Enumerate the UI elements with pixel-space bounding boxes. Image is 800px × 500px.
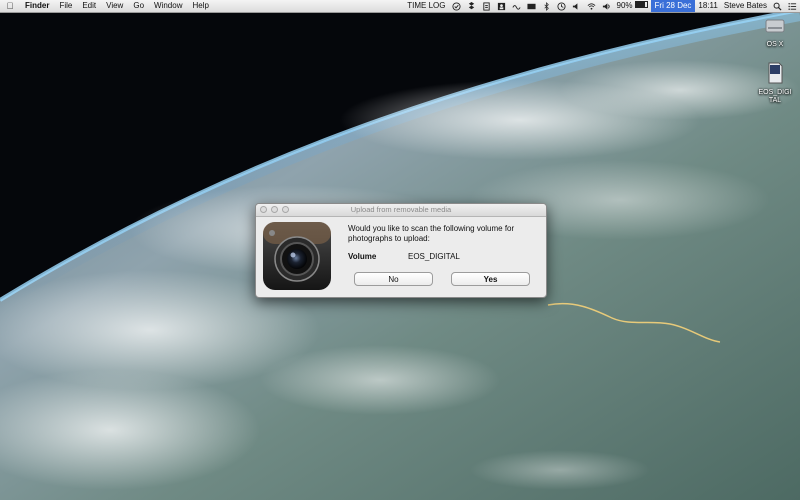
dialog-title: Upload from removable media	[350, 205, 452, 214]
wifi-icon[interactable]	[587, 2, 596, 11]
display-icon[interactable]	[526, 2, 536, 11]
hard-drive-icon	[765, 19, 785, 33]
person-icon[interactable]	[497, 2, 506, 11]
user-name[interactable]: Steve Bates	[721, 0, 770, 12]
menu-window[interactable]: Window	[149, 0, 187, 12]
volume-value: EOS_DIGITAL	[408, 252, 460, 261]
speaker-icon[interactable]	[602, 2, 611, 11]
clock-date[interactable]: Fri 28 Dec	[650, 0, 696, 12]
menu-view[interactable]: View	[101, 0, 128, 12]
yes-button[interactable]: Yes	[451, 272, 530, 286]
menu-file[interactable]: File	[54, 0, 77, 12]
time-machine-icon[interactable]	[556, 1, 566, 11]
dialog-message: Would you like to scan the following vol…	[348, 224, 515, 243]
battery-percent[interactable]: 90%	[614, 0, 651, 12]
menu-finder[interactable]: Finder	[20, 0, 54, 12]
desktop-icon-label: OS X	[766, 41, 784, 48]
desktop-icon-label: EOS_DIGITAL	[758, 89, 792, 104]
sd-card-icon	[768, 62, 783, 84]
upload-dialog: Upload from removable media Would you li…	[255, 203, 547, 298]
spotlight-search-icon[interactable]	[773, 2, 782, 11]
clock-time[interactable]: 18:11	[695, 0, 720, 12]
wave-icon[interactable]	[511, 2, 521, 11]
volume-label: Volume	[348, 252, 377, 261]
time-log-status[interactable]: TIME LOG	[404, 0, 448, 12]
volume-icon[interactable]	[572, 2, 581, 11]
no-button[interactable]: No	[354, 272, 433, 286]
notification-center-icon[interactable]	[788, 2, 797, 11]
dropbox-icon[interactable]	[467, 1, 476, 11]
desktop-icon-eos-digital[interactable]: EOS_DIGITAL	[755, 62, 795, 105]
checkmark-circle-icon[interactable]	[451, 1, 461, 11]
camera-icon	[263, 222, 331, 290]
menu-extras: TIME LOG 90% Fri 28 Dec 18:11 Steve Bate…	[404, 0, 800, 12]
menu-edit[interactable]: Edit	[77, 0, 101, 12]
menu-help[interactable]: Help	[187, 0, 213, 12]
dialog-titlebar[interactable]: Upload from removable media	[256, 204, 546, 217]
apple-menu-icon[interactable]: 	[0, 1, 20, 11]
bluetooth-icon[interactable]	[542, 1, 551, 11]
desktop-icon-os-x[interactable]: OS X	[755, 16, 795, 49]
battery-icon	[634, 1, 648, 8]
menu-bar:  Finder File Edit View Go Window Help T…	[0, 0, 800, 13]
menu-go[interactable]: Go	[128, 0, 149, 12]
clipboard-icon[interactable]	[482, 1, 491, 11]
